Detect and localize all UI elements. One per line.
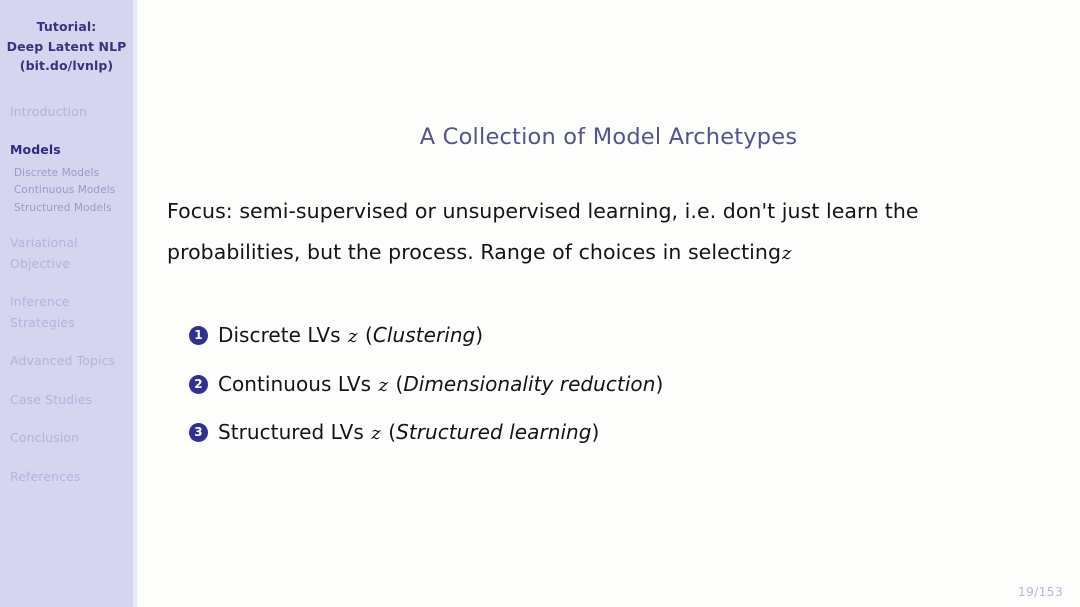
sidebar-item-label-line-1: Inference: [10, 294, 70, 309]
list-item-prefix: Structured LVs: [218, 420, 364, 444]
sidebar-subitem-label: Continuous Models: [14, 184, 116, 196]
sidebar-item-case-studies[interactable]: Case Studies: [0, 390, 133, 411]
sidebar-item-advanced-topics[interactable]: Advanced Topics: [0, 351, 133, 372]
list-item-number-badge: 3: [189, 423, 208, 442]
list-item-emphasis: Structured learning: [396, 420, 592, 444]
slide: Tutorial: Deep Latent NLP (bit.do/lvnlp)…: [0, 0, 1080, 607]
sidebar-item-label: Case Studies: [10, 391, 93, 407]
list-item: 2 Continuous LVs z (Dimensionality reduc…: [189, 361, 663, 410]
archetype-list: 1 Discrete LVs z (Clustering) 2 Continuo…: [189, 312, 663, 458]
sidebar-subitems-models: Discrete Models Continuous Models Struct…: [0, 165, 133, 218]
list-item-text: Continuous LVs z (Dimensionality reducti…: [218, 361, 663, 410]
list-item-number-badge: 1: [189, 326, 208, 345]
list-item-emphasis: Dimensionality reduction: [403, 371, 656, 396]
list-item-prefix: Continuous LVs: [218, 371, 372, 396]
sidebar-item-label-line-2: Strategies: [10, 314, 75, 330]
sidebar-title-line-1: Tutorial:: [36, 19, 97, 34]
list-item-prefix: Discrete LVs: [218, 323, 341, 347]
sidebar-item-variational-objective[interactable]: Variational Objective: [0, 233, 133, 274]
sidebar-navigation: Tutorial: Deep Latent NLP (bit.do/lvnlp)…: [0, 0, 133, 607]
sidebar-item-conclusion[interactable]: Conclusion: [0, 428, 133, 449]
intro-paragraph-text: Focus: semi-supervised or unsupervised l…: [167, 199, 919, 264]
list-item-close-paren: ): [475, 323, 484, 347]
list-item-number-badge: 2: [189, 374, 208, 394]
list-item: 3 Structured LVs z (Structured learning): [189, 409, 663, 458]
sidebar-item-label: References: [10, 468, 81, 484]
list-item-open-paren: (: [388, 420, 397, 444]
sidebar-item-introduction[interactable]: Introduction: [0, 102, 133, 123]
sidebar-item-label: Models: [10, 142, 61, 157]
sidebar-item-label-line-1: Variational: [10, 235, 78, 250]
list-item-close-paren: ): [655, 371, 664, 396]
sidebar-item-inference-strategies[interactable]: Inference Strategies: [0, 292, 133, 333]
sidebar-subitem-discrete-models[interactable]: Discrete Models: [0, 165, 133, 183]
sidebar-nav-list: Introduction Models Discrete Models Cont…: [0, 102, 133, 488]
sidebar-item-label: Advanced Topics: [10, 353, 116, 368]
sidebar-title: Tutorial: Deep Latent NLP (bit.do/lvnlp): [0, 0, 133, 76]
intro-paragraph: Focus: semi-supervised or unsupervised l…: [167, 191, 967, 274]
sidebar-subitem-label: Discrete Models: [14, 166, 100, 179]
sidebar-item-models[interactable]: Models: [0, 140, 133, 161]
sidebar-item-references[interactable]: References: [0, 467, 133, 488]
page-number: 19/153: [1017, 584, 1063, 599]
slide-content: A Collection of Model Archetypes Focus: …: [137, 0, 1080, 607]
list-item-emphasis: Clustering: [372, 323, 476, 347]
list-item-open-paren: (: [365, 323, 373, 347]
sidebar-subitem-continuous-models[interactable]: Continuous Models: [0, 182, 133, 200]
list-item: 1 Discrete LVs z (Clustering): [189, 312, 663, 361]
math-variable-z: z: [782, 243, 792, 264]
math-variable-z: z: [378, 374, 389, 396]
sidebar-title-line-3: (bit.do/lvnlp): [19, 58, 114, 73]
sidebar-item-label-line-2: Objective: [10, 255, 71, 271]
sidebar-item-label: Introduction: [10, 103, 87, 119]
sidebar-title-line-2: Deep Latent NLP: [6, 38, 127, 54]
math-variable-z: z: [348, 326, 358, 347]
list-item-close-paren: ): [591, 420, 600, 444]
sidebar-subitem-structured-models[interactable]: Structured Models: [0, 200, 133, 218]
sidebar-item-label: Conclusion: [10, 430, 80, 445]
list-item-text: Discrete LVs z (Clustering): [218, 312, 483, 361]
math-variable-z: z: [371, 423, 381, 444]
sidebar-subitem-label: Structured Models: [14, 201, 112, 214]
list-item-text: Structured LVs z (Structured learning): [218, 409, 599, 458]
page-title: A Collection of Model Archetypes: [419, 124, 798, 150]
